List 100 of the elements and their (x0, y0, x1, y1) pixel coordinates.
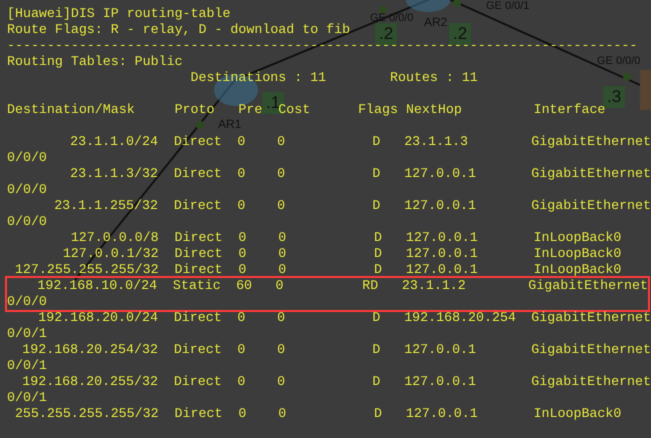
flags-cell-text: D (373, 246, 382, 262)
cost-cell-text: 0 (277, 198, 286, 214)
proto-cell-text: Direct (174, 166, 223, 182)
interface-cell: GigabitEthernet (531, 342, 651, 358)
flags-cell-text: D (371, 342, 380, 358)
device-icon[interactable] (640, 70, 651, 110)
cost-cell-text: 0 (278, 406, 288, 422)
proto-cell-text: Direct (174, 230, 224, 246)
interface-cell: GigabitEthernet (531, 310, 651, 326)
destination-cell-text: 192.168.20.255/32 (21, 374, 158, 390)
column-header: Interface (534, 102, 606, 118)
flags-cell-text: D (373, 406, 382, 422)
cost-cell-text: 0 (278, 262, 288, 278)
cost-cell-text: 0 (276, 278, 285, 294)
interface-cell: GigabitEthernet (531, 134, 651, 150)
pre-cell-text: 0 (238, 406, 248, 422)
interface-cell: InLoopBack0 (534, 406, 622, 422)
interface-cell: 0/0/1 (7, 390, 47, 405)
cost-cell-text: 0 (278, 230, 288, 246)
interface-cell: GigabitEthernet (531, 166, 651, 182)
column-header: Cost (278, 102, 312, 118)
cost-cell-text: 0 (277, 374, 286, 390)
nexthop-cell-text: 127.0.0.1 (404, 166, 478, 182)
nexthop-cell-text: 127.0.0.1 (404, 342, 478, 358)
cost-cell-text: 0 (277, 310, 286, 326)
pre-cell-text: 0 (238, 262, 248, 278)
nexthop-cell-text: 23.1.1.3 (404, 134, 470, 150)
nexthop-cell-text: 127.0.0.1 (404, 198, 478, 214)
pre-cell-text: 0 (237, 198, 246, 214)
terminal-line: [Huawei]DIS IP routing-table (7, 6, 230, 22)
interface-cell: GigabitEthernet (531, 198, 651, 214)
interface-cell: 0/0/0 (7, 294, 47, 309)
nexthop-cell-text: 127.0.0.1 (406, 230, 479, 246)
nexthop-cell-text: 23.1.1.2 (402, 278, 467, 294)
flags-cell-text: D (371, 166, 380, 182)
destination-cell-text: 23.1.1.0/24 (69, 134, 158, 150)
flags-cell-text: D (371, 134, 380, 150)
nexthop-cell-text: 127.0.0.1 (406, 246, 479, 262)
destination-cell-text: 23.1.1.3/32 (69, 166, 158, 182)
pre-cell-text: 60 (236, 278, 254, 294)
interface-cell: GigabitEthernet (528, 278, 648, 294)
flags-cell-text: D (373, 230, 382, 246)
column-header: Flags (358, 102, 399, 118)
pre-cell-text: 0 (238, 230, 248, 246)
proto-cell-text: Direct (174, 310, 223, 326)
proto-cell-text: Direct (174, 262, 224, 278)
address-tag: .2 (375, 23, 398, 45)
flags-cell-text: RD (361, 278, 378, 294)
flags-cell-text: D (371, 310, 380, 326)
terminal-line: Routes : 11 (390, 70, 478, 86)
proto-cell-text: Direct (174, 246, 224, 262)
nexthop-cell-text: 127.0.0.1 (406, 406, 479, 422)
proto-cell-text: Direct (174, 406, 224, 422)
column-header: Destination/Mask (7, 102, 136, 118)
pre-cell-text: 0 (237, 310, 246, 326)
address-tag: .2 (449, 23, 472, 45)
interface-cell: 0/0/1 (7, 358, 47, 373)
destination-cell-text: 127.0.0.1/32 (62, 246, 159, 262)
pre-cell-text: 0 (237, 166, 246, 182)
destination-cell-text: 23.1.1.255/32 (53, 198, 158, 214)
cost-cell-text: 0 (277, 342, 286, 358)
interface-cell: 0/0/0 (7, 182, 47, 197)
flags-cell-text: D (371, 374, 380, 390)
port-dot (379, 6, 387, 14)
separator-line: Routing Tables: Public (7, 54, 183, 70)
nexthop-cell-text: 192.168.20.254 (404, 310, 517, 326)
pre-cell-text: 0 (237, 134, 246, 150)
terminal-line: Destinations : 11 (190, 70, 326, 86)
pre-cell-text: 0 (237, 374, 246, 390)
address-tag: .3 (603, 86, 626, 108)
column-header: NextHop (406, 102, 463, 118)
destination-cell-text: 192.168.20.254/32 (21, 342, 158, 358)
destination-cell-text: 192.168.20.0/24 (37, 310, 158, 326)
interface-cell: InLoopBack0 (534, 230, 622, 246)
pre-cell-text: 0 (238, 246, 248, 262)
pre-cell-text: 0 (237, 342, 246, 358)
port-dot (623, 73, 631, 81)
destination-cell-text: 127.255.255.255/32 (14, 262, 159, 278)
proto-cell-text: Direct (174, 342, 223, 358)
terminal-line: Route Flags: R - relay, D - download to fib (7, 22, 350, 38)
port-dot (196, 121, 204, 129)
proto-cell-text: Direct (174, 134, 223, 150)
interface-cell: InLoopBack0 (534, 262, 622, 278)
interface-cell: 0/0/0 (7, 150, 47, 165)
proto-cell-text: Direct (174, 374, 223, 390)
proto-cell-text: Static (172, 278, 222, 294)
destination-cell-text: 255.255.255.255/32 (14, 406, 159, 422)
nexthop-cell-text: 127.0.0.1 (406, 262, 479, 278)
flags-cell-text: D (371, 198, 380, 214)
destination-cell-text: 192.168.10.0/24 (36, 278, 158, 294)
interface-cell: GigabitEthernet (531, 374, 651, 390)
destination-cell-text: 127.0.0.0/8 (70, 230, 159, 246)
interface-cell: 0/0/1 (7, 326, 47, 341)
cost-cell-text: 0 (277, 134, 286, 150)
interface-cell: InLoopBack0 (534, 246, 622, 262)
nexthop-cell-text: 127.0.0.1 (404, 374, 478, 390)
column-header: Proto (174, 102, 216, 118)
flags-cell-text: D (373, 262, 382, 278)
cost-cell-text: 0 (278, 246, 288, 262)
proto-cell-text: Direct (174, 198, 223, 214)
